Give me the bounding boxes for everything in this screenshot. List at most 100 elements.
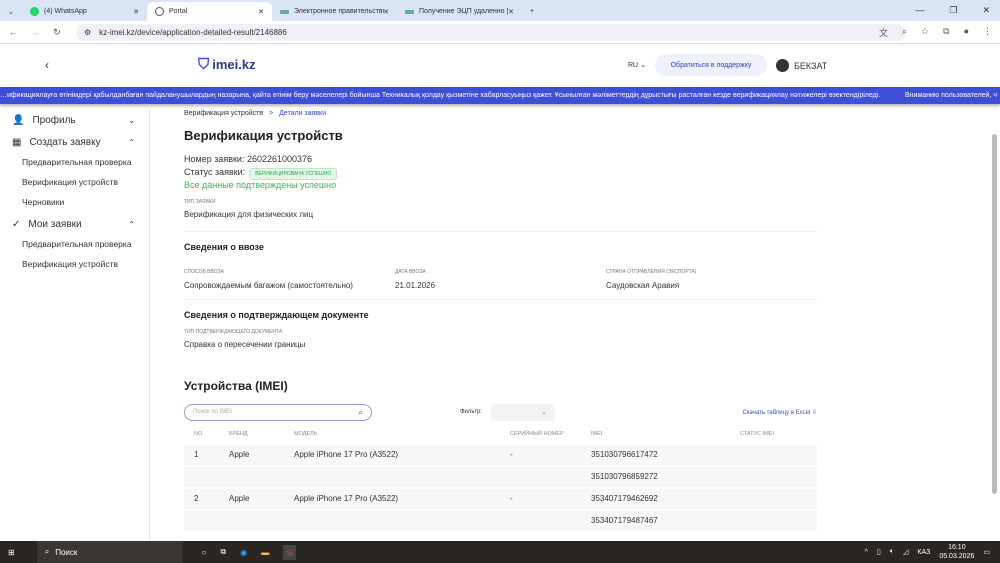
support-button[interactable]: Обратиться в поддержку [655,54,767,76]
reload-icon[interactable]: ↻ [48,27,66,38]
minimize-icon[interactable]: — [915,5,924,16]
cell-imei: 351030796859272 [591,472,658,481]
search-icon[interactable]: ⌕ [902,26,907,39]
sidebar-item-my-requests[interactable]: ✓ Мои заявки ⌃ [0,214,149,234]
cell-brand: Apple [229,494,250,503]
taskbar-search[interactable]: ⌕ Поиск [36,541,182,563]
tab-list-button[interactable]: ⌄ [0,2,22,21]
logo[interactable]: ⛉ imei.kz [198,56,256,73]
chevron-up-icon: ⌃ [128,219,135,229]
menu-icon[interactable]: ⋮ [983,26,992,39]
scrollbar[interactable] [991,104,998,541]
bookmark-icon[interactable]: ☆ [921,26,929,39]
volume-icon: 🔈︎ [889,548,895,555]
close-icon[interactable]: ✕ [133,8,139,16]
edge-icon[interactable]: ◉ [240,548,247,557]
breadcrumb-current: Детали заявки [279,110,327,117]
sidebar-item-profile[interactable]: 👤 Профиль ⌄ [0,110,149,130]
filter-select[interactable]: ⌄ [491,404,555,421]
cell-no: 2 [194,494,199,503]
file-explorer-icon[interactable]: ▬ [261,548,269,557]
site-info-icon[interactable]: ⚙ [84,28,91,37]
table-row: 353407179487467 [184,511,817,531]
cell-serial: - [510,450,513,459]
sidebar-item-drafts[interactable]: Черновики [0,192,149,212]
notifications-icon[interactable]: ▭ [983,548,990,556]
cell-serial: - [510,494,513,503]
devices-title: Устройства (IMEI) [184,379,288,393]
scrollbar-thumb[interactable] [992,134,997,494]
download-icon: ⇩ [811,410,817,416]
back-chevron-icon[interactable]: ‹ [45,58,49,72]
taskbar: ⊞ ⌕ Поиск ○ ⧉ ◉ ▬ ◎ ^ ▯ 🔈︎ ◿ КАЗ 16:10 05.03.20… [0,541,1000,563]
import-method: Сопровождаемым багажом (самостоятельно) [184,281,353,290]
tab-ecp[interactable]: Получение ЭЦП удаленно | Э ✕ [397,2,522,21]
forward-icon[interactable]: → [26,27,44,37]
globe-icon [155,7,164,16]
status-badge: ВЕРИФИЦИРОВАНА УСПЕШНО [249,168,338,180]
breadcrumb: Верификация устройств > Детали заявки [184,110,327,117]
import-date: 21.01.2026 [395,281,436,290]
imei-search-input[interactable]: Поиск по IMEI ⌕ [184,404,372,421]
tab-whatsapp[interactable]: (4) WhatsApp ✕ [22,2,147,21]
egov-icon [280,9,289,14]
sidebar-item-create[interactable]: ▦ Создать заявку ⌃ [0,132,149,152]
cell-brand: Apple [229,450,250,459]
site-header: ‹ ⛉ imei.kz RU ⌄ Обратиться в поддержку Б… [0,45,1000,85]
extensions-icon[interactable]: ⧉ [943,26,949,39]
sidebar-item-verification[interactable]: Верификация устройств [0,172,149,192]
breadcrumb-parent[interactable]: Верификация устройств [184,110,263,117]
chrome-icon[interactable]: ◎ [283,544,297,560]
table-row: 2 Apple Apple iPhone 17 Pro (A3522) - 353407… [184,489,817,509]
task-view-icon[interactable]: ⧉ [221,547,227,557]
address-bar-row: ← → ↻ ⚙ kz-imei.kz/device/application-detai… [0,21,1000,44]
chevron-up-icon: ⌃ [128,137,135,147]
document-section-title: Сведения о подтверждающем документе [184,310,369,320]
close-icon[interactable]: ✕ [383,8,389,16]
sidebar-item-my-verification[interactable]: Верификация устройств [0,254,149,274]
import-section-title: Сведения о ввозе [184,242,265,252]
sidebar-item-precheck[interactable]: Предварительная проверка [0,152,149,172]
browser-tab-bar: ⌄ (4) WhatsApp ✕ Portal ✕ Электронное прав… [0,0,1000,21]
search-icon: ⌕ [44,547,50,556]
url-input[interactable]: ⚙ kz-imei.kz/device/application-detailed-… [76,23,906,41]
status-message: Все данные подтверждены успешно [184,180,337,190]
announcement-banner: …ификациялауға өтінімдері қабылданбаған … [0,87,1000,104]
tab-egov[interactable]: Электронное правительство ✕ [272,2,397,21]
search-icon[interactable]: ⌕ [359,405,363,420]
export-country: Саудовская Аравия [606,281,680,290]
cell-model: Apple iPhone 17 Pro (A3522) [294,450,399,459]
chevron-down-icon: ⌄ [128,115,135,125]
shield-icon: ⛉ [198,56,210,73]
windows-start-icon[interactable]: ⊞ [8,548,15,557]
sidebar-item-my-precheck[interactable]: Предварительная проверка [0,234,149,254]
user-menu[interactable]: БЕКЗАТ [776,59,827,72]
restore-icon[interactable]: ❐ [949,5,957,16]
grid-icon: ▦ [12,136,22,148]
cell-model: Apple iPhone 17 Pro (A3522) [294,494,399,503]
close-window-icon[interactable]: ✕ [982,5,990,16]
tab-portal[interactable]: Portal ✕ [147,2,272,21]
table-row: 1 Apple Apple iPhone 17 Pro (A3522) - 351030… [184,445,817,465]
request-status: Статус заявки: ВЕРИФИЦИРОВАНА УСПЕШНО [184,167,338,180]
cortana-icon[interactable]: ○ [202,548,207,557]
request-number: Номер заявки: 2602261000376 [184,154,313,164]
download-excel-link[interactable]: Скачать таблицу в Excel ⇩ [742,409,817,416]
profile-icon[interactable]: ● [964,26,969,39]
wifi-icon: ◿ [903,549,909,556]
close-icon[interactable]: ✕ [258,8,264,16]
chevron-down-icon: ⌄ [541,409,547,416]
back-icon[interactable]: ← [4,27,22,37]
user-icon [776,59,789,72]
language-select[interactable]: RU ⌄ [628,61,646,69]
network-icon: ▯ [876,549,881,556]
close-icon[interactable]: ✕ [508,8,514,16]
user-icon: 👤 [12,114,25,126]
translate-icon[interactable]: 文 [879,26,888,39]
sidebar: 👤 Профиль ⌄ ▦ Создать заявку ⌃ Предварительн… [0,104,150,541]
tray-chevron-icon: ^ [864,548,868,556]
new-tab-button[interactable]: + [522,2,542,21]
table-row: 351030796859272 [184,467,817,487]
request-type: Верификация для физических лиц [184,210,314,219]
whatsapp-icon [30,7,39,16]
